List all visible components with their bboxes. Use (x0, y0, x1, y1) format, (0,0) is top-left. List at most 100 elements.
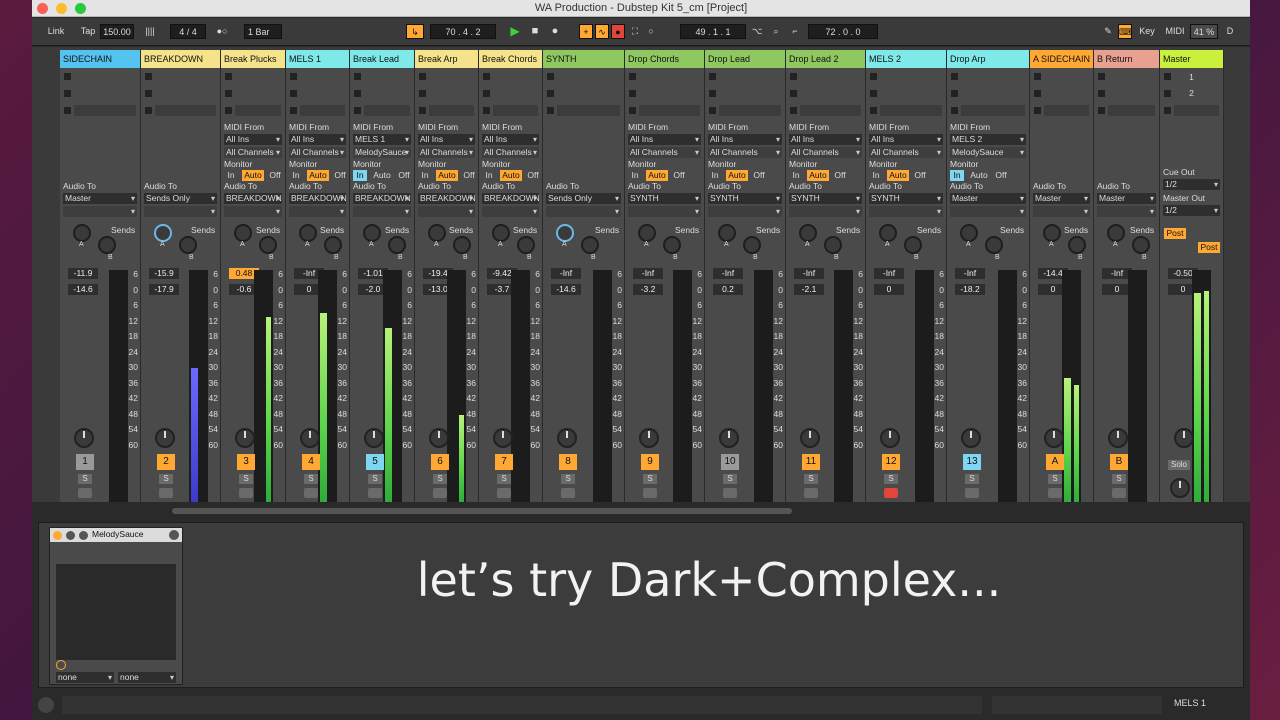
midi-channel-select[interactable]: All Channels (869, 147, 943, 158)
peak-value[interactable]: -17.9 (149, 284, 179, 295)
track-number-button[interactable]: 3 (237, 454, 255, 470)
track-header[interactable]: Drop Arp (947, 50, 1029, 68)
monitor-auto-button[interactable]: Auto (968, 170, 990, 181)
monitor-off-button[interactable]: Off (832, 170, 848, 181)
clip-slot[interactable] (961, 105, 1025, 116)
volume-value[interactable]: -11.9 (68, 268, 98, 279)
output-channel-select[interactable] (1033, 206, 1090, 217)
loop-start-field[interactable]: 49 . 1 . 1 (680, 24, 746, 39)
clip-slot[interactable] (364, 105, 410, 116)
audio-output-select[interactable]: Master (1097, 193, 1156, 204)
track-number-button[interactable]: 6 (431, 454, 449, 470)
cue-out-select[interactable]: 1/2 (1163, 179, 1220, 190)
audio-output-select[interactable]: Master (63, 193, 137, 204)
clip-stop-icon[interactable] (419, 73, 426, 80)
track-header[interactable]: BREAKDOWN (141, 50, 220, 68)
punch-icon[interactable]: ⛶ (628, 24, 642, 39)
pan-knob[interactable] (800, 428, 820, 448)
midi-input-select[interactable]: All Ins (789, 134, 862, 145)
arm-button[interactable] (804, 488, 818, 498)
peak-value[interactable]: -14.6 (551, 284, 581, 295)
time-signature-field[interactable]: 4 / 4 (170, 24, 206, 39)
track-header[interactable]: MELS 2 (866, 50, 946, 68)
clip-stop-icon[interactable] (483, 107, 490, 114)
cue-volume-knob[interactable] (1170, 478, 1190, 498)
track-header[interactable]: B Return (1094, 50, 1159, 68)
monitor-off-button[interactable]: Off (396, 170, 412, 181)
monitor-in-button[interactable]: In (789, 170, 803, 181)
track-number-button[interactable]: 9 (641, 454, 659, 470)
output-channel-select[interactable] (708, 206, 782, 217)
send-b-knob[interactable] (824, 236, 842, 254)
solo-button[interactable]: S (304, 474, 318, 484)
send-b-knob[interactable] (259, 236, 277, 254)
pan-knob[interactable] (1108, 428, 1128, 448)
clip-stop-icon[interactable] (483, 90, 490, 97)
send-b-knob[interactable] (743, 236, 761, 254)
clip-stop-icon[interactable] (1098, 107, 1105, 114)
send-a-knob[interactable] (363, 224, 381, 242)
clip-stop-icon[interactable] (225, 107, 232, 114)
device-select-1[interactable]: none (56, 672, 114, 683)
send-a-knob[interactable] (299, 224, 317, 242)
monitor-in-button[interactable]: In (418, 170, 432, 181)
track-header[interactable]: Break Plucks (221, 50, 285, 68)
track-number-button[interactable]: 11 (802, 454, 820, 470)
info-toggle-icon[interactable] (38, 697, 54, 713)
pan-knob[interactable] (155, 428, 175, 448)
monitor-off-button[interactable]: Off (525, 170, 541, 181)
track-number-button[interactable]: 5 (366, 454, 384, 470)
volume-value[interactable]: -Inf (713, 268, 743, 279)
arm-button[interactable] (433, 488, 447, 498)
solo-button[interactable]: S (159, 474, 173, 484)
clip-stop-icon[interactable] (354, 107, 361, 114)
clip-stop-icon[interactable] (709, 90, 716, 97)
monitor-auto-button[interactable]: Auto (436, 170, 458, 181)
loop-switch-icon[interactable]: ⌕ (768, 24, 784, 39)
clip-slot[interactable] (880, 105, 942, 116)
clip-stop-icon[interactable] (290, 90, 297, 97)
send-a-knob[interactable] (492, 224, 510, 242)
link-button[interactable]: Link (44, 24, 68, 39)
audio-output-select[interactable]: Master (1033, 193, 1090, 204)
scene-1[interactable]: 1 (1163, 72, 1220, 82)
peak-value[interactable]: -2.1 (794, 284, 824, 295)
clip-slot[interactable] (493, 105, 538, 116)
track-number-button[interactable]: A (1046, 454, 1064, 470)
peak-value[interactable]: 0.2 (713, 284, 743, 295)
clip-slot[interactable] (300, 105, 345, 116)
volume-value[interactable]: -Inf (633, 268, 663, 279)
follow-button[interactable]: ↳ (406, 24, 424, 39)
clip-stop-icon[interactable] (419, 107, 426, 114)
pan-knob[interactable] (364, 428, 384, 448)
monitor-switch[interactable]: In Auto Off (418, 170, 475, 181)
output-channel-select[interactable] (144, 206, 217, 217)
clip-slot[interactable] (557, 105, 620, 116)
clip-stop-icon[interactable] (951, 107, 958, 114)
midi-input-select[interactable]: All Ins (708, 134, 782, 145)
monitor-switch[interactable]: In Auto Off (224, 170, 282, 181)
clip-slot[interactable] (74, 105, 136, 116)
clip-slot[interactable] (800, 105, 861, 116)
midi-input-select[interactable]: All Ins (869, 134, 943, 145)
midi-channel-select[interactable]: All Channels (418, 147, 475, 158)
track-header[interactable]: Break Arp (415, 50, 478, 68)
audio-output-select[interactable]: SYNTH (789, 193, 862, 204)
monitor-auto-button[interactable]: Auto (646, 170, 668, 181)
pan-knob[interactable] (235, 428, 255, 448)
device-toggle-icon[interactable] (56, 660, 66, 670)
clip-stop-icon[interactable] (483, 73, 490, 80)
monitor-auto-button[interactable]: Auto (307, 170, 329, 181)
arm-button[interactable] (497, 488, 511, 498)
audio-output-select[interactable]: Sends Only (144, 193, 217, 204)
arm-button[interactable] (884, 488, 898, 498)
track-number-button[interactable]: 8 (559, 454, 577, 470)
audio-output-select[interactable]: BREAKDOWN (353, 193, 411, 204)
clip-slot[interactable] (429, 105, 474, 116)
monitor-in-button[interactable]: In (224, 170, 238, 181)
send-a-knob[interactable] (960, 224, 978, 242)
arm-button[interactable] (239, 488, 253, 498)
midi-channel-select[interactable]: All Channels (482, 147, 539, 158)
audio-output-select[interactable]: Sends Only (546, 193, 621, 204)
arm-button[interactable] (368, 488, 382, 498)
